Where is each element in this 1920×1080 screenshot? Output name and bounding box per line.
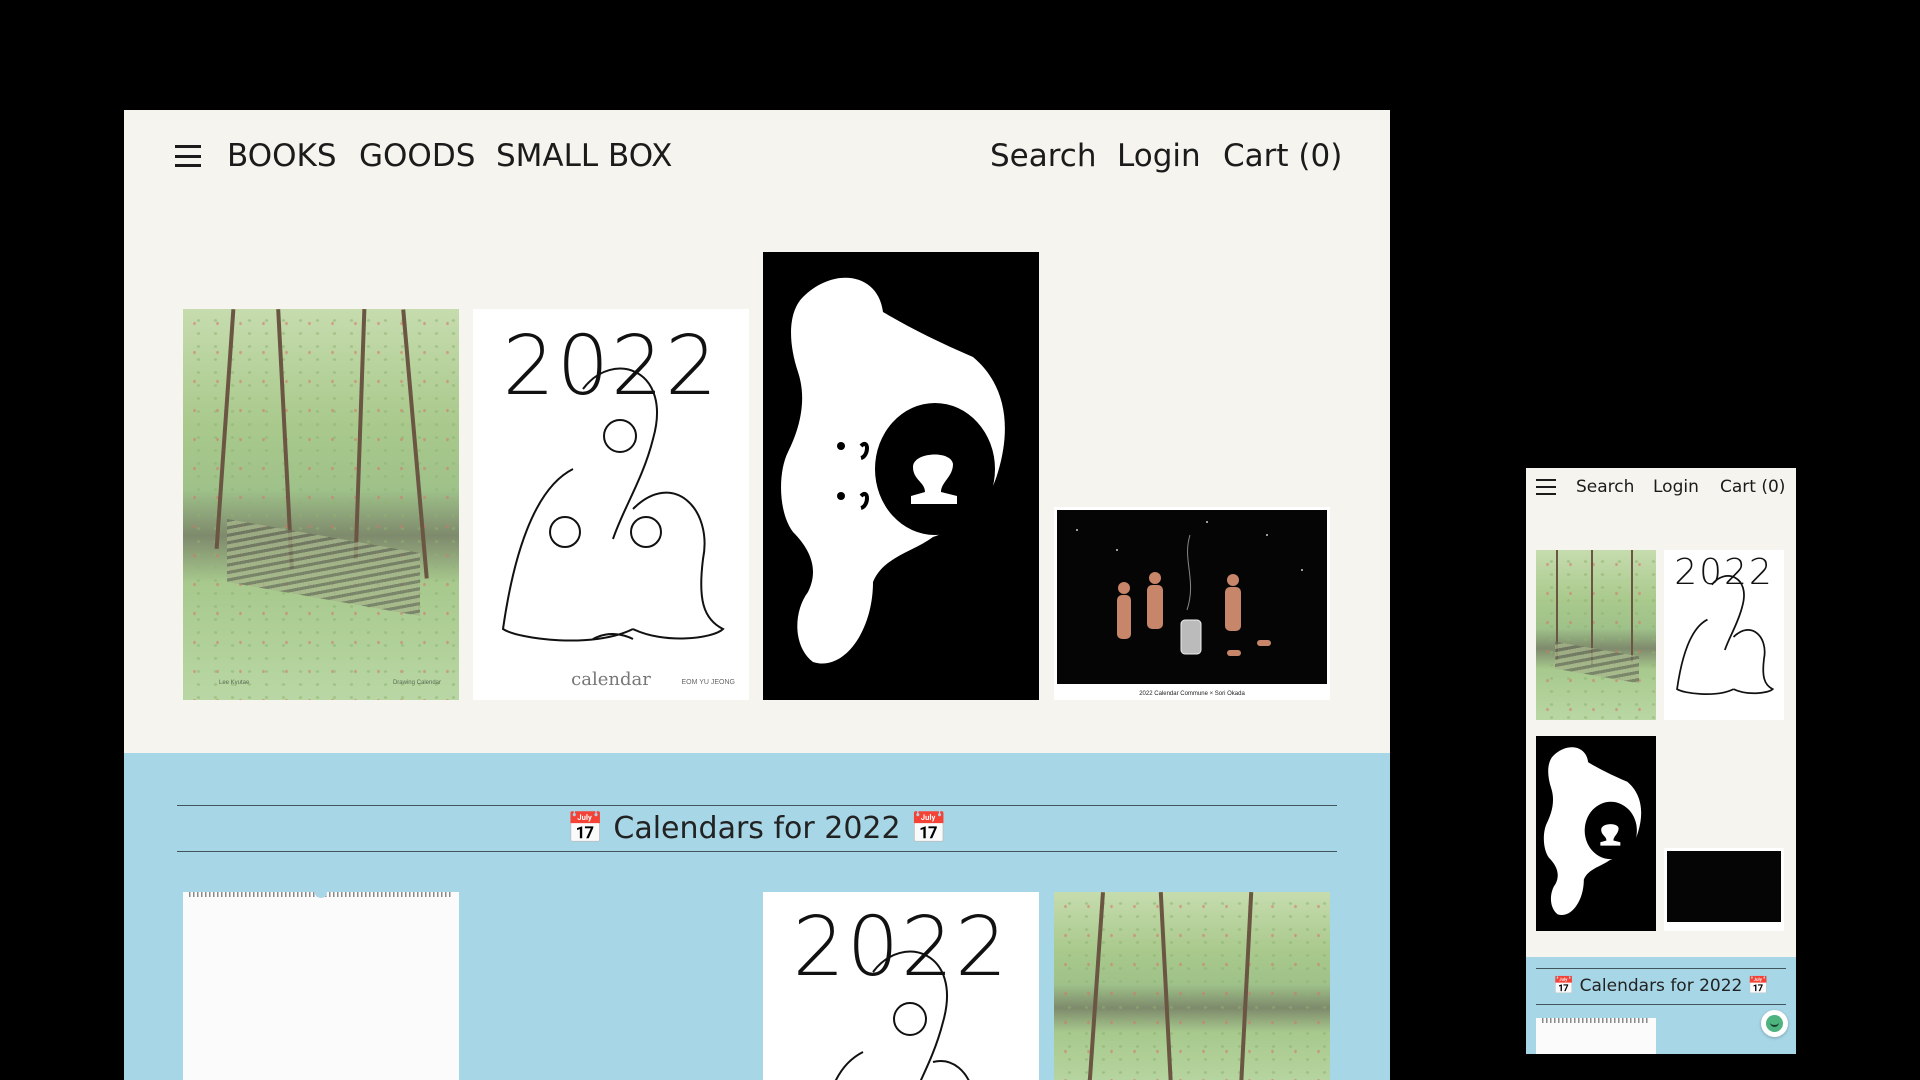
people-around-heater-drawing — [1076, 521, 1303, 656]
mobile-nav-login[interactable]: Login — [1653, 476, 1699, 498]
mobile-product-2022-calendar[interactable]: 2022 — [1664, 550, 1784, 720]
top-navigation: BOOKS GOODS SMALL BOX Search Login Cart … — [124, 110, 1390, 200]
hugging-figure-drawing-2 — [834, 950, 970, 1080]
forest-caption-right: Drawing Calendar — [392, 680, 441, 686]
mobile-hamburger-menu-icon[interactable] — [1536, 479, 1556, 495]
mobile-hugging-figure-drawing — [1676, 575, 1775, 695]
chat-widget-icon[interactable] — [1761, 1010, 1788, 1037]
mobile-white-creature-drawing — [1543, 747, 1642, 916]
forest-caption-left: Lee Kyutae — [219, 680, 250, 686]
nav-search[interactable]: Search — [990, 134, 1097, 178]
calendars-section: 📅 Calendars for 2022 📅 2022 — [124, 753, 1390, 1080]
hugging-figure-drawing — [501, 367, 725, 642]
desktop-preview: BOOKS GOODS SMALL BOX Search Login Cart … — [124, 110, 1390, 1080]
nav-login[interactable]: Login — [1117, 134, 1201, 178]
nav-cart[interactable]: Cart (0) — [1223, 134, 1342, 178]
section-heading: 📅 Calendars for 2022 📅 — [177, 805, 1337, 852]
mobile-calendars-section: 📅 Calendars for 2022 📅 — [1526, 957, 1796, 1054]
product-blank-wall-calendar[interactable] — [183, 892, 459, 1080]
product-forest-calendar[interactable]: Lee Kyutae Drawing Calendar — [183, 309, 459, 700]
mobile-product-forest-calendar[interactable] — [1536, 550, 1656, 720]
product-forest-calendar-2[interactable] — [1054, 892, 1330, 1080]
mobile-nav-cart[interactable]: Cart (0) — [1720, 476, 1785, 498]
mobile-preview: Search Login Cart (0) 2022 📅 Calendars f… — [1526, 468, 1796, 1054]
mobile-section-heading: 📅 Calendars for 2022 📅 — [1536, 968, 1786, 1005]
white-creature-drawing — [781, 277, 1005, 664]
nav-small-box[interactable]: SMALL BOX — [496, 134, 672, 178]
nav-goods[interactable]: GOODS — [359, 134, 475, 178]
hamburger-menu-icon[interactable] — [175, 145, 201, 167]
nav-books[interactable]: BOOKS — [227, 134, 337, 178]
night-calendar-footer: 2022 Calendar Commune × Sori Okada — [1139, 691, 1245, 697]
mobile-product-blank-wall-calendar[interactable] — [1536, 1018, 1656, 1054]
calendar-author: EOM YU JEONG — [681, 679, 735, 686]
mobile-nav-search[interactable]: Search — [1576, 476, 1634, 498]
product-2022-calendar-2[interactable]: 2022 — [763, 892, 1039, 1080]
mobile-product-black-creature-poster[interactable] — [1536, 736, 1656, 931]
mobile-product-night-heater-calendar[interactable] — [1664, 848, 1784, 931]
product-2022-calendar[interactable]: 2022 calendar EOM YU JEONG — [473, 309, 749, 700]
product-night-heater-calendar[interactable]: 2022 Calendar Commune × Sori Okada — [1054, 507, 1330, 700]
product-black-creature-poster[interactable] — [763, 252, 1039, 700]
